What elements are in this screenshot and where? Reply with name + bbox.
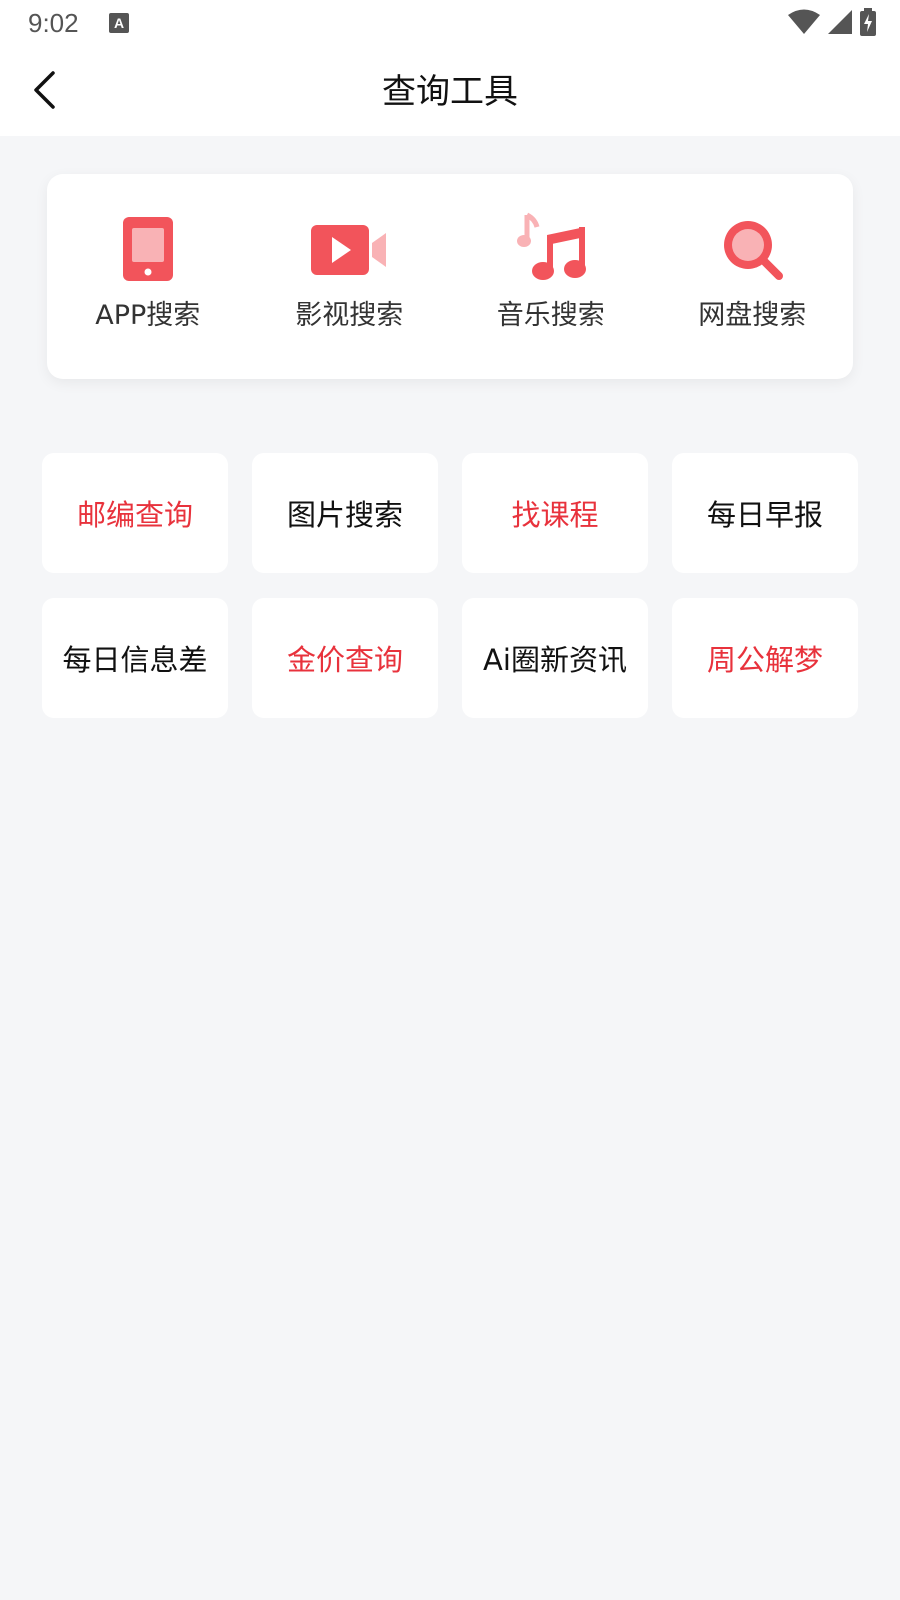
app-search-button[interactable]: APP搜索 [47,174,249,379]
page-title: 查询工具 [382,72,518,112]
quick-label: 网盘搜索 [698,300,807,331]
music-search-button[interactable]: 音乐搜索 [450,174,652,379]
status-bar: 9:02 A [0,0,900,48]
dream-interpretation-button[interactable]: 周公解梦 [672,598,858,718]
daily-news-button[interactable]: 每日早报 [672,453,858,573]
tablet-icon [108,214,188,284]
video-camera-icon [309,214,389,284]
video-search-button[interactable]: 影视搜索 [249,174,451,379]
tool-grid: 邮编查询 图片搜索 找课程 每日早报 每日信息差 金价查询 Ai圈新资讯 周公解… [42,453,858,718]
quick-search-card: APP搜索 影视搜索 音乐搜索 网盘搜索 [47,174,853,379]
wifi-icon [788,9,820,39]
quick-label: 影视搜索 [295,300,404,331]
app-header: 查询工具 [0,48,900,136]
daily-info-gap-button[interactable]: 每日信息差 [42,598,228,718]
gold-price-query-button[interactable]: 金价查询 [252,598,438,718]
notification-a-icon: A [109,13,129,33]
status-icons [788,8,876,40]
image-search-button[interactable]: 图片搜索 [252,453,438,573]
music-note-icon [511,212,591,284]
status-time: 9:02 [28,8,79,38]
quick-label: 音乐搜索 [496,300,605,331]
cell-signal-icon [828,10,852,38]
ai-news-button[interactable]: Ai圈新资讯 [462,598,648,718]
zipcode-query-button[interactable]: 邮编查询 [42,453,228,573]
search-icon [712,214,792,284]
battery-charging-icon [860,8,876,40]
find-course-button[interactable]: 找课程 [462,453,648,573]
cloud-drive-search-button[interactable]: 网盘搜索 [652,174,854,379]
quick-label: APP搜索 [95,300,201,331]
